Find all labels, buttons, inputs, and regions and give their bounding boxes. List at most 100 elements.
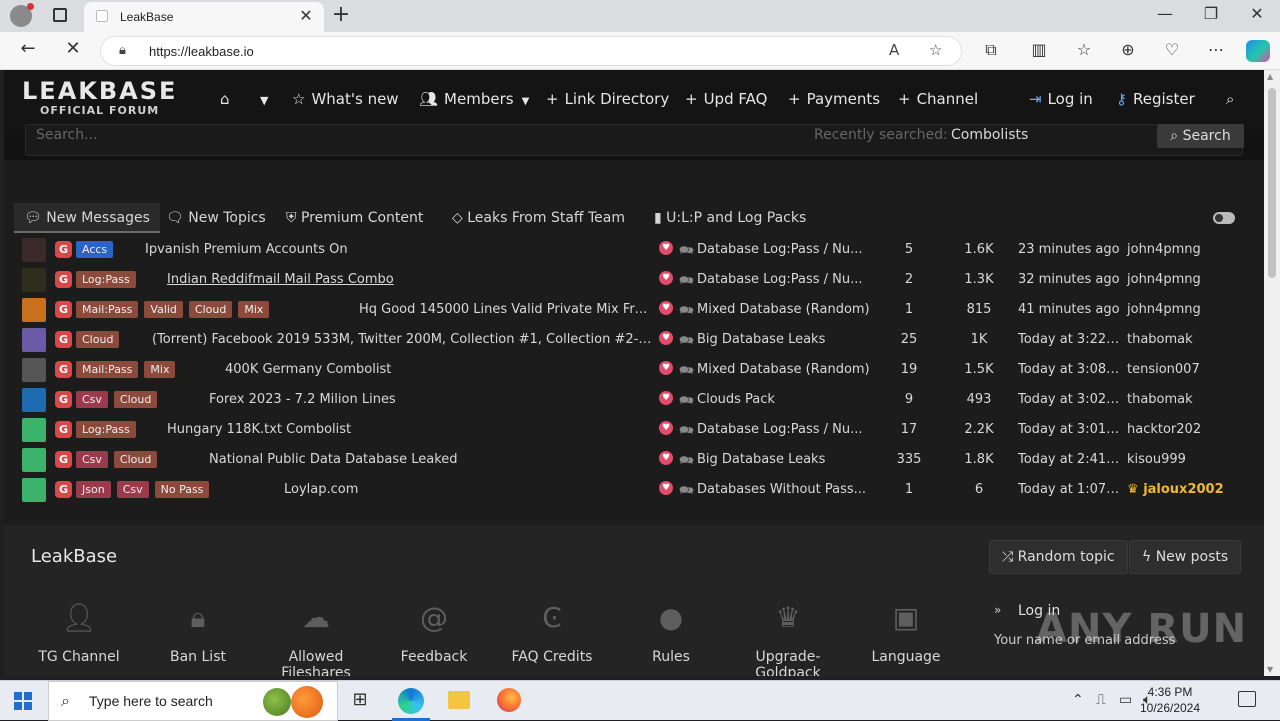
thread-last-user[interactable]: john4pmng — [1127, 242, 1201, 257]
thread-prefix-badge[interactable]: Mail:Pass — [76, 301, 139, 318]
thread-time[interactable]: Today at 3:01 P... — [1018, 422, 1122, 437]
avatar[interactable] — [22, 328, 46, 352]
browser-tab[interactable]: LeakBase ✕ — [84, 2, 324, 32]
thread-row[interactable]: G Mail:Pass Mix 400K Germany Combolist ♥ 🗪︎ Mi… — [14, 355, 1254, 385]
nav-payments[interactable]: + Payments — [788, 90, 880, 108]
url-text[interactable]: https://leakbase.io — [149, 44, 254, 59]
thread-row[interactable]: G Cloud (Torrent) Facebook 2019 533M, Twit… — [14, 325, 1254, 355]
avatar[interactable] — [22, 238, 46, 262]
browser-essentials-icon[interactable]: ♡ — [1160, 40, 1184, 59]
profile-icon[interactable] — [10, 3, 34, 27]
tray-usb-icon[interactable]: ⎍ — [1096, 692, 1106, 708]
footer-language[interactable]: ▣ Language — [847, 601, 965, 665]
collections-icon[interactable]: ⊕ — [1116, 40, 1140, 59]
thread-prefix-badge[interactable]: Cloud — [188, 301, 233, 318]
thread-last-user[interactable]: thabomak — [1127, 392, 1193, 407]
footer-rules[interactable]: ● Rules — [612, 601, 730, 665]
tab-new-topics[interactable]: 🗨︎ New Topics — [156, 203, 276, 233]
random-topic-button[interactable]: ⤮ Random topic — [989, 540, 1128, 574]
split-screen-icon[interactable]: ▥ — [1027, 40, 1051, 59]
thread-row[interactable]: G Csv Cloud National Public Data Database L… — [14, 445, 1254, 475]
footer-ban-list[interactable]: 🔒︎ Ban List — [139, 601, 257, 665]
thread-title[interactable]: 400K Germany Combolist — [225, 362, 391, 377]
thread-forum[interactable]: Database Log:Pass / Nu... — [697, 242, 872, 257]
thread-time[interactable]: 41 minutes ago — [1018, 302, 1122, 317]
thread-row[interactable]: G Accs Ipvanish Premium Accounts On ♥ 🗪︎ Data… — [14, 235, 1254, 265]
nav-channel[interactable]: + Channel — [898, 90, 978, 108]
tab-actions-icon[interactable] — [53, 8, 67, 22]
thread-time[interactable]: Today at 2:41 P... — [1018, 452, 1122, 467]
taskbar-search-box[interactable]: ⌕ Type here to search — [48, 681, 338, 721]
thread-prefix-badge[interactable]: Accs — [76, 241, 114, 258]
tray-chevron-icon[interactable]: ⌃ — [1072, 692, 1084, 708]
site-logo[interactable]: LEAKBASE OFFICIAL FORUM — [22, 78, 177, 117]
thread-last-user[interactable]: ♛ jaloux2002 — [1127, 482, 1224, 497]
thread-prefix-badge[interactable]: Cloud — [113, 451, 158, 468]
thread-last-user[interactable]: kisou999 — [1127, 452, 1186, 467]
thread-prefix-badge[interactable]: Valid — [144, 301, 183, 318]
thread-time[interactable]: Today at 3:22 P... — [1018, 332, 1122, 347]
footer-upgrade-goldpack[interactable]: ♛ Upgrade-Goldpack — [729, 601, 847, 676]
thread-forum[interactable]: Database Log:Pass / Nu... — [697, 422, 872, 437]
address-bar[interactable]: 🔒︎ https://leakbase.io A ☆ — [100, 36, 962, 66]
thread-forum[interactable]: Big Database Leaks — [697, 452, 872, 467]
nav-whats-new[interactable]: ☆ What's new — [292, 90, 399, 108]
thread-time[interactable]: Today at 1:07 P... — [1018, 482, 1122, 497]
avatar[interactable] — [22, 388, 46, 412]
more-menu-icon[interactable]: ⋯ — [1204, 40, 1228, 59]
thread-title[interactable]: Hq Good 145000 Lines Valid Private Mix F… — [359, 302, 654, 317]
thread-prefix-badge[interactable]: Log:Pass — [76, 421, 136, 438]
thread-row[interactable]: G Json Csv No Pass Loylap.com ♥ 🗪︎ Databases Wi… — [14, 475, 1254, 505]
avatar[interactable] — [22, 268, 46, 292]
thread-prefix-badge[interactable]: Csv — [116, 481, 149, 498]
avatar[interactable] — [22, 478, 46, 502]
home-icon[interactable]: ⌂ — [220, 90, 230, 108]
favorites-icon[interactable]: ☆ — [1072, 40, 1096, 59]
reload-stop-icon[interactable]: ✕ — [60, 38, 86, 59]
thread-row[interactable]: G Csv Cloud Forex 2023 - 7.2 Milion Lines ♥ 🗪… — [14, 385, 1254, 415]
thread-last-user[interactable]: hacktor202 — [1127, 422, 1201, 437]
thread-title[interactable]: National Public Data Database Leaked — [209, 452, 458, 467]
tab-new-messages[interactable]: 💬︎ New Messages — [14, 203, 160, 233]
home-dropdown-icon[interactable]: ▼ — [260, 94, 268, 107]
nav-login[interactable]: ⇥ Log in — [1029, 90, 1093, 108]
thread-prefix-badge[interactable]: Csv — [76, 451, 108, 468]
footer-allowed-fileshares[interactable]: ☁ Allowed Fileshares — [257, 601, 375, 676]
thread-prefix-badge[interactable]: Mix — [238, 301, 270, 318]
thread-row[interactable]: G Log:Pass Hungary 118K.txt Combolist ♥ 🗪︎ Da… — [14, 415, 1254, 445]
recent-search-link[interactable]: Combolists — [951, 127, 1028, 143]
window-close-icon[interactable]: ✕ — [1242, 4, 1272, 23]
thread-last-user[interactable]: thabomak — [1127, 332, 1193, 347]
thread-prefix-badge[interactable]: Cloud — [76, 331, 120, 348]
maximize-icon[interactable]: ❐ — [1196, 4, 1226, 23]
search-input[interactable]: Search... Recently searched: Combolists … — [25, 124, 1244, 156]
footer-feedback[interactable]: @ Feedback — [375, 601, 493, 665]
thread-title[interactable]: (Torrent) Facebook 2019 533M, Twitter 20… — [152, 332, 654, 347]
new-posts-button[interactable]: ϟ New posts — [1129, 540, 1242, 574]
thread-title[interactable]: Ipvanish Premium Accounts On — [145, 242, 348, 257]
thread-forum[interactable]: Big Database Leaks — [697, 332, 872, 347]
avatar[interactable] — [22, 358, 46, 382]
read-aloud-icon[interactable]: A — [889, 41, 899, 59]
nav-upd-faq[interactable]: + Upd FAQ — [685, 90, 767, 108]
thread-time[interactable]: Today at 3:08 P... — [1018, 362, 1122, 377]
thread-forum[interactable]: Clouds Pack — [697, 392, 872, 407]
thread-prefix-badge[interactable]: Mix — [144, 361, 176, 378]
nav-link-directory[interactable]: + Link Directory — [546, 90, 669, 108]
tab-leaks-staff[interactable]: ◇ Leaks From Staff Team — [442, 203, 635, 233]
tab-close-button[interactable]: ✕ — [296, 6, 316, 25]
thread-forum[interactable]: Mixed Database (Random) — [697, 362, 872, 377]
minimize-icon[interactable]: — — [1150, 4, 1180, 23]
thread-prefix-badge[interactable]: Mail:Pass — [76, 361, 139, 378]
thread-title[interactable]: Forex 2023 - 7.2 Milion Lines — [209, 392, 396, 407]
favorite-star-icon[interactable]: ☆ — [929, 41, 942, 59]
thread-row[interactable]: G Log:Pass Indian Reddifmail Mail Pass Com… — [14, 265, 1254, 295]
thread-time[interactable]: 32 minutes ago — [1018, 272, 1122, 287]
taskbar-clock[interactable]: 4:36 PM 10/26/2024 — [1130, 684, 1210, 716]
thread-prefix-badge[interactable]: Json — [76, 481, 111, 498]
scrollbar-thumb[interactable] — [1268, 88, 1276, 278]
scroll-up-icon[interactable]: ▲ — [1267, 72, 1273, 81]
thread-row[interactable]: G Mail:Pass Valid Cloud Mix Hq Good 145000 Li… — [14, 295, 1254, 325]
firefox-icon[interactable] — [497, 688, 521, 712]
footer-tg-channel[interactable]: 👤︎ TG Channel — [20, 601, 138, 665]
